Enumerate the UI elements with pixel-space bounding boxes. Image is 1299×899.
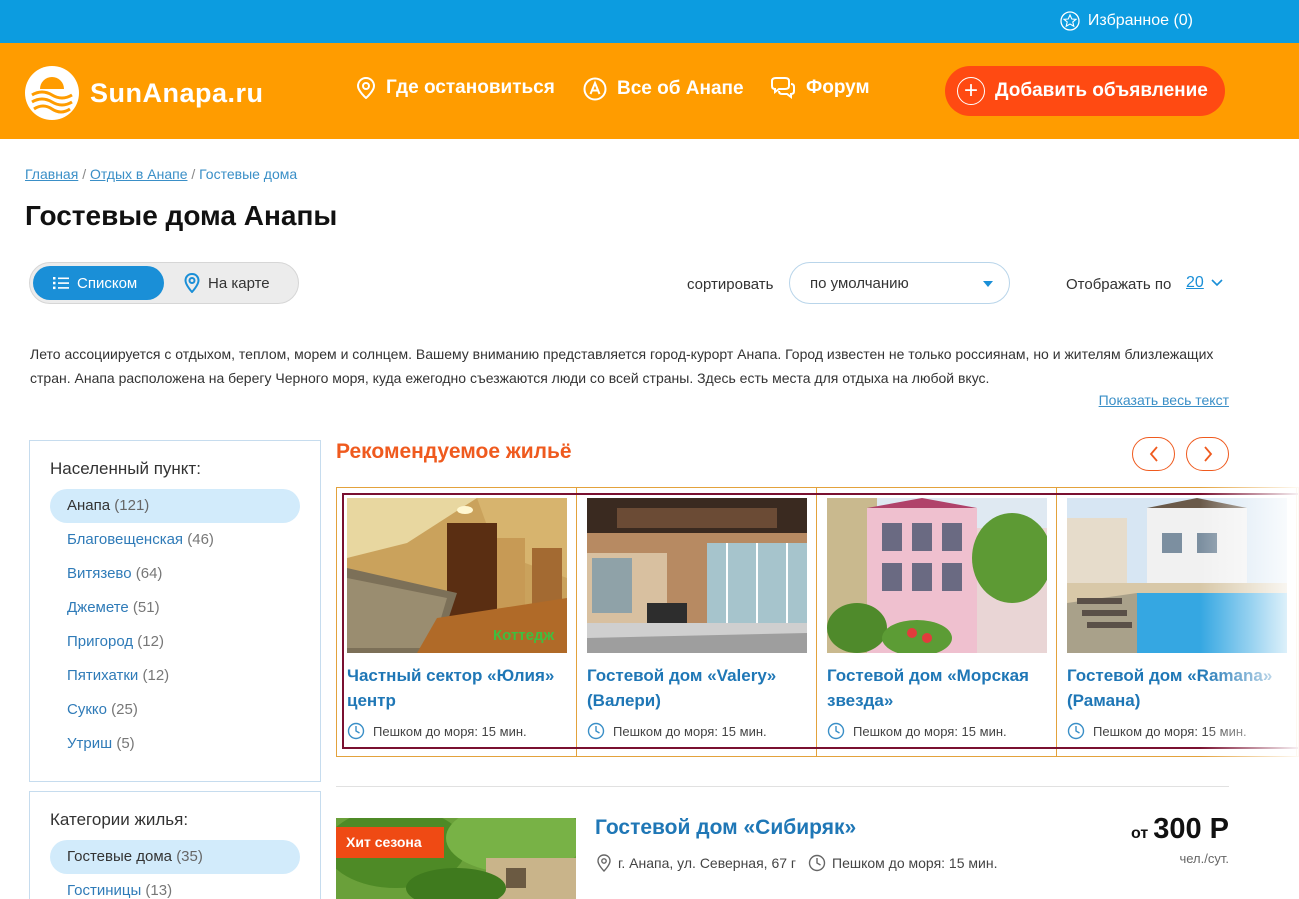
view-map-button[interactable]: На карте (184, 266, 270, 300)
carousel-fade (1200, 487, 1299, 757)
view-list-label: Списком (77, 274, 138, 292)
sort-label: сортировать (687, 276, 774, 293)
page-title: Гостевые дома Анапы (25, 200, 338, 231)
filter-item-utrish[interactable]: Утриш (5) (50, 727, 300, 761)
chevron-down-icon[interactable] (1210, 278, 1224, 288)
breadcrumb: Главная / Отдых в Анапе / Гостевые дома (25, 166, 297, 182)
breadcrumb-separator: / (82, 166, 87, 182)
star-icon (1060, 11, 1080, 31)
view-list-button[interactable]: Списком (33, 266, 164, 300)
nav-label: Все об Анапе (617, 78, 744, 99)
per-page-select[interactable]: 20 (1186, 274, 1204, 292)
carousel-highlight-frame (342, 493, 1298, 749)
list-icon (53, 277, 69, 290)
nav-about-anapa[interactable]: Все об Анапе (583, 77, 744, 101)
plus-circle-icon: + (957, 77, 985, 105)
main-header: SunAnapa.ru Где остановиться Все об Анап… (0, 43, 1299, 139)
price-unit: чел./сут. (1179, 851, 1229, 866)
filter-title: Категории жилья: (50, 810, 189, 829)
intro-text: Лето ассоциируется с отдыхом, теплом, мо… (30, 346, 1214, 386)
carousel-next-button[interactable] (1186, 437, 1229, 471)
listing-address: г. Анапа, ул. Северная, 67 г (618, 855, 797, 871)
breadcrumb-rest[interactable]: Отдых в Анапе (90, 166, 188, 182)
filter-item-hotels[interactable]: Гостиницы (13) (50, 874, 300, 899)
recommended-carousel: Коттедж Частный сектор «Юлия» центр Пешк… (336, 487, 1299, 757)
category-filter: Категории жилья: Гостевые дома (35) Гост… (29, 791, 321, 899)
add-listing-label: Добавить объявление (995, 80, 1208, 101)
clock-icon (808, 854, 826, 872)
favorites-link[interactable]: Избранное (0) (1060, 11, 1193, 31)
site-logo[interactable]: SunAnapa.ru (24, 65, 264, 121)
location-pin-icon (356, 77, 376, 99)
filter-item-blagoveshchenskaya[interactable]: Благовещенская (46) (50, 523, 300, 557)
price-from: от (1130, 825, 1149, 842)
per-page-label: Отображать по (1066, 276, 1172, 293)
sort-value: по умолчанию (810, 274, 909, 292)
nav-where-to-stay[interactable]: Где остановиться (356, 77, 555, 99)
recommended-title: Рекомендуемое жильё (336, 440, 572, 463)
breadcrumb-separator: / (191, 166, 196, 182)
carousel-prev-button[interactable] (1132, 437, 1175, 471)
top-bar: Избранное (0) (0, 0, 1299, 43)
hit-season-badge: Хит сезона (336, 827, 444, 858)
chevron-left-icon (1149, 446, 1158, 462)
view-map-label: На карте (208, 274, 270, 292)
sun-wave-logo-icon (25, 66, 79, 120)
nav-label: Форум (806, 77, 870, 98)
breadcrumb-home[interactable]: Главная (25, 166, 78, 182)
chat-bubbles-icon (771, 77, 795, 99)
view-toggle: Списком На карте (29, 262, 299, 304)
breadcrumb-current: Гостевые дома (199, 166, 298, 182)
map-pin-icon (184, 273, 200, 293)
show-all-text-link[interactable]: Показать весь текст (1099, 392, 1229, 408)
info-a-icon (583, 77, 607, 101)
favorites-label: Избранное (0) (1087, 12, 1193, 29)
settlement-filter: Населенный пункт: Анапа (121) Благовещен… (29, 440, 321, 782)
filter-title: Населенный пункт: (50, 459, 201, 478)
listing-meta: г. Анапа, ул. Северная, 67 г Пешком до м… (596, 854, 997, 872)
listing-price: от 300 Р (1131, 813, 1229, 846)
logo-text: SunAnapa.ru (90, 77, 264, 108)
caret-down-icon (983, 281, 993, 287)
filter-item-dzhemete[interactable]: Джемете (51) (50, 591, 300, 625)
filter-item-anapa[interactable]: Анапа (121) (50, 489, 300, 523)
divider (336, 786, 1229, 787)
sort-select[interactable]: по умолчанию (789, 262, 1010, 304)
chevron-right-icon (1203, 446, 1212, 462)
listing-title[interactable]: Гостевой дом «Сибиряк» (595, 816, 856, 840)
filter-item-sukko[interactable]: Сукко (25) (50, 693, 300, 727)
filter-item-pyatikhatki[interactable]: Пятихатки (12) (50, 659, 300, 693)
filter-item-vityazevo[interactable]: Витязево (64) (50, 557, 300, 591)
filter-item-guest-houses[interactable]: Гостевые дома (35) (50, 840, 300, 874)
nav-forum[interactable]: Форум (770, 77, 870, 99)
nav-label: Где остановиться (386, 77, 555, 98)
filter-item-prigorod[interactable]: Пригород (12) (50, 625, 300, 659)
add-listing-button[interactable]: + Добавить объявление (945, 66, 1225, 116)
listing-walk-time: Пешком до моря: 15 мин. (832, 855, 998, 871)
price-value: 300 Р (1153, 813, 1229, 845)
location-pin-icon (597, 854, 611, 872)
